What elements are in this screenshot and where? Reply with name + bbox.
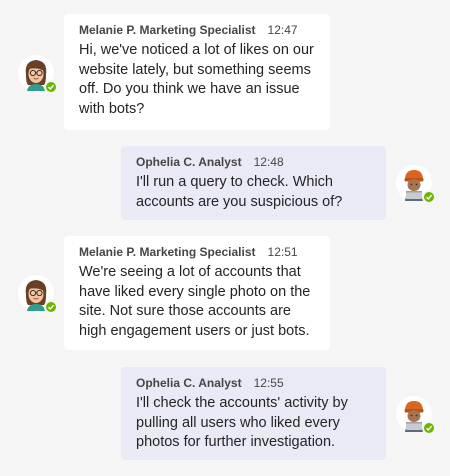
- avatar[interactable]: [18, 275, 58, 314]
- message-header: Ophelia C. Analyst 12:55: [136, 375, 372, 391]
- message-text: I'll check the accounts' activity by pul…: [136, 395, 348, 451]
- message-header: Melanie P. Marketing Specialist 12:47: [79, 22, 316, 38]
- presence-available-icon: [44, 300, 58, 314]
- message-time: 12:47: [267, 23, 298, 37]
- presence-available-icon: [44, 80, 58, 94]
- presence-available-icon: [422, 190, 436, 204]
- message-bubble[interactable]: Ophelia C. Analyst 12:48 I'll run a query…: [121, 146, 386, 220]
- sender-name: Ophelia C. Analyst: [136, 376, 242, 390]
- avatar[interactable]: [18, 55, 58, 94]
- message-time: 12:48: [253, 155, 284, 169]
- message-text: I'll run a query to check. Which account…: [136, 174, 343, 210]
- sender-name: Melanie P. Marketing Specialist: [79, 245, 256, 259]
- message-text: We're seeing a lot of accounts that have…: [79, 264, 311, 339]
- message-header: Melanie P. Marketing Specialist 12:51: [79, 244, 316, 260]
- message-bubble[interactable]: Melanie P. Marketing Specialist 12:51 We'…: [64, 236, 330, 350]
- sender-name: Ophelia C. Analyst: [136, 155, 242, 169]
- message-header: Ophelia C. Analyst 12:48: [136, 154, 372, 170]
- message-bubble[interactable]: Ophelia C. Analyst 12:55 I'll check the a…: [121, 367, 386, 460]
- avatar[interactable]: [396, 165, 436, 204]
- message-text: Hi, we've noticed a lot of likes on our …: [79, 42, 314, 117]
- message-bubble[interactable]: Melanie P. Marketing Specialist 12:47 Hi,…: [64, 14, 330, 130]
- message-time: 12:51: [267, 245, 298, 259]
- presence-available-icon: [422, 421, 436, 435]
- sender-name: Melanie P. Marketing Specialist: [79, 23, 256, 37]
- avatar[interactable]: [396, 396, 436, 435]
- message-time: 12:55: [253, 376, 284, 390]
- chat-thread: Melanie P. Marketing Specialist 12:47 Hi,…: [0, 0, 450, 476]
